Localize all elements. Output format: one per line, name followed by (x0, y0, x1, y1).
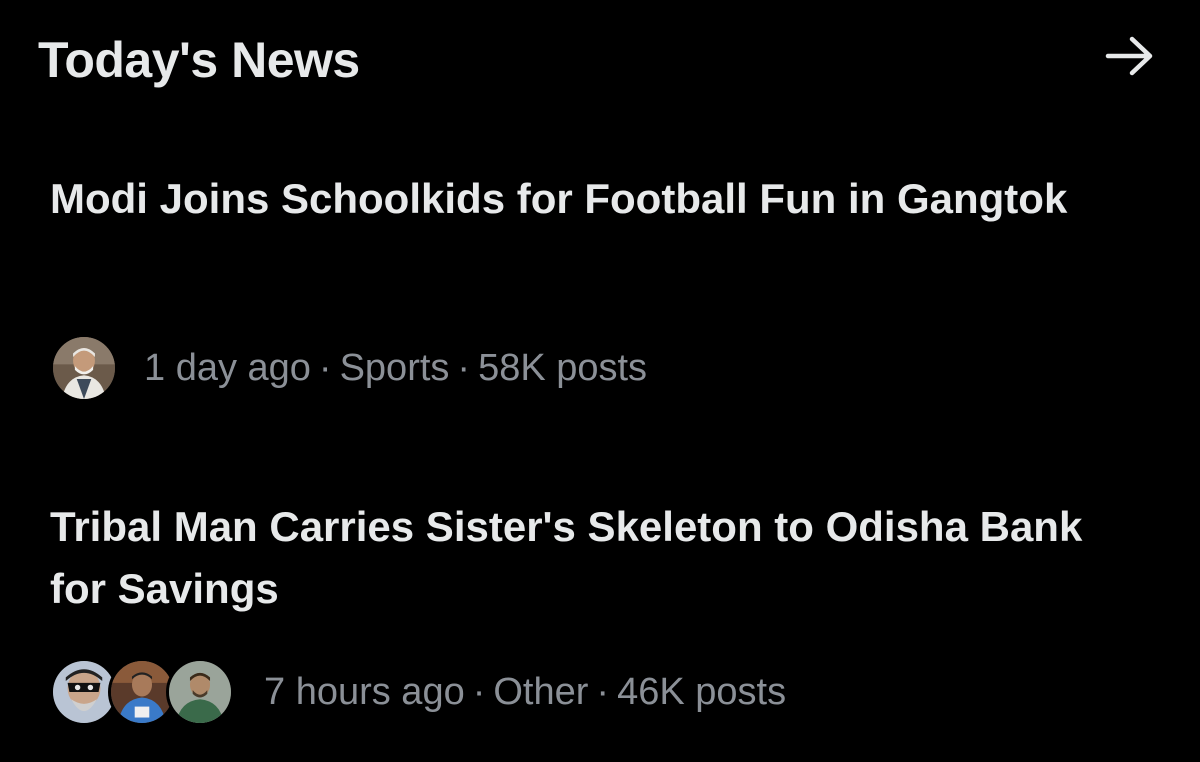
view-all-button[interactable] (1098, 28, 1162, 84)
separator-dot: · (596, 671, 610, 713)
arrow-right-icon (1105, 36, 1153, 76)
avatar (50, 334, 118, 402)
news-meta: 7 hours ago · Other · 46K posts (50, 656, 786, 728)
page-title: Today's News (38, 32, 360, 88)
news-post-count: 46K posts (617, 671, 787, 713)
news-item[interactable]: Modi Joins Schoolkids for Football Fun i… (0, 168, 1200, 418)
news-time: 7 hours ago (264, 671, 465, 713)
news-meta-text: 7 hours ago · Other · 46K posts (264, 668, 786, 716)
avatar-group (50, 658, 234, 726)
separator-dot: · (457, 347, 471, 389)
news-item[interactable]: Tribal Man Carries Sister's Skeleton to … (0, 496, 1200, 746)
news-header: Today's News (0, 0, 1200, 130)
news-meta-text: 1 day ago · Sports · 58K posts (144, 344, 647, 392)
avatar (166, 658, 234, 726)
news-post-count: 58K posts (478, 347, 648, 389)
news-category: Sports (339, 347, 450, 389)
separator-dot: · (318, 347, 332, 389)
news-headline: Modi Joins Schoolkids for Football Fun i… (50, 175, 1068, 222)
news-meta: 1 day ago · Sports · 58K posts (50, 332, 647, 404)
separator-dot: · (472, 671, 486, 713)
news-time: 1 day ago (144, 347, 311, 389)
avatar-group (50, 334, 118, 402)
news-category: Other (493, 671, 589, 713)
news-headline: Tribal Man Carries Sister's Skeleton to … (50, 503, 1083, 612)
